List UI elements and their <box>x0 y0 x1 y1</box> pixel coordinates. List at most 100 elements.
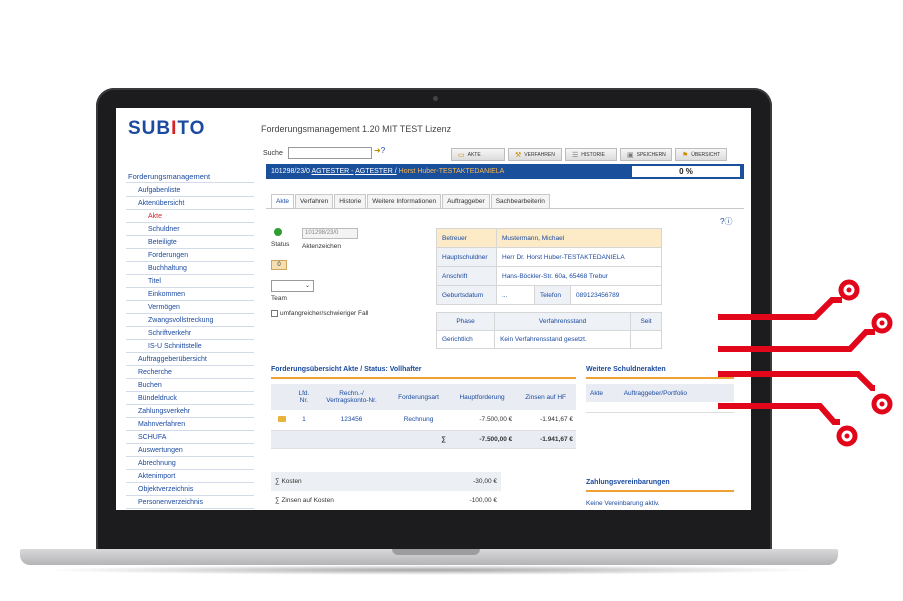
betreuer-label: Betreuer <box>436 228 497 248</box>
col-akte: Akte <box>586 384 620 402</box>
team-label: Team <box>271 295 287 302</box>
tab-3[interactable]: Weitere Informationen <box>367 194 442 208</box>
subito-logo[interactable]: SUBITO <box>128 118 205 140</box>
sidebar-item[interactable]: Aufgabenliste <box>126 184 254 197</box>
count-badge[interactable]: 0 <box>271 260 287 270</box>
sidebar-item[interactable]: Bündeldruck <box>126 392 254 405</box>
zinsen-kosten-label: ∑ Zinsen auf Kosten <box>275 497 334 504</box>
sidebar-item[interactable]: Titel <box>126 275 254 288</box>
akte-button[interactable]: ▭ AKTE <box>451 148 505 161</box>
col-haupt: Hauptforderung <box>448 384 516 410</box>
kosten-label: ∑ Kosten <box>271 472 422 491</box>
difficult-case-checkbox[interactable] <box>271 310 278 317</box>
app-screen: SUBITO Forderungsmanagement 1.20 MIT TES… <box>116 108 751 510</box>
sidebar-item[interactable]: Recherche <box>126 366 254 379</box>
client-link-2[interactable]: AGTESTER / <box>355 168 397 175</box>
claims-table: Lfd. Nr. Rechn.-/Vertragskonto-Nr. Forder… <box>271 384 576 449</box>
sidebar-nav: Forderungsmanagement Aufgabenliste Aktenüb… <box>126 170 254 509</box>
circuit-line-3 <box>718 371 875 391</box>
sidebar-item[interactable]: Objektverzeichnis <box>126 483 254 496</box>
hauptschuldner-value[interactable]: Herr Dr. Horst Huber-TESTAKTEDANIELA <box>496 247 662 267</box>
tab-5[interactable]: Sachbearbeiterin <box>490 194 550 208</box>
aktenzeichen-field[interactable]: 101298/23/0 <box>302 228 358 239</box>
tab-2[interactable]: Historie <box>334 194 367 208</box>
row-art: Rechnung <box>388 410 449 431</box>
debtor-name: Horst Huber-TESTAKTEDANIELA <box>398 168 505 175</box>
sidebar-item[interactable]: Auswertungen <box>126 444 254 457</box>
uebersicht-button[interactable]: ⚑ ÜBERSICHT <box>675 148 727 161</box>
speichern-button[interactable]: ▣ SPEICHERN <box>620 148 672 161</box>
procedure-table: Phase Verfahrensstand Seit Gerichtlich Kein… <box>435 312 662 349</box>
search-label: Suche <box>263 150 283 157</box>
sidebar-item[interactable]: Aktenimport <box>126 470 254 483</box>
save-icon: ▣ <box>627 151 634 159</box>
laptop-shadow <box>40 565 820 575</box>
webcam <box>433 96 438 101</box>
sidebar-item[interactable]: Schuldner <box>126 223 254 236</box>
zinsen-kosten-value: -100,00 € <box>469 497 497 504</box>
overview-icon: ⚑ <box>682 151 689 159</box>
stand-value: Kein Verfahrensstand gesetzt. <box>494 330 632 349</box>
sidebar-item[interactable]: Einkommen <box>126 288 254 301</box>
sidebar-item[interactable]: Buchhaltung <box>126 262 254 275</box>
progress-indicator: 0 % <box>632 166 740 177</box>
circuit-line-4 <box>718 403 840 425</box>
geburtsdatum-value: ... <box>496 285 535 305</box>
status-indicator-icon <box>274 228 282 236</box>
row-zinsen: -1.941,67 € <box>515 410 576 431</box>
sum-haupt: -7.500,00 € <box>448 430 516 449</box>
sidebar-item[interactable]: Buchen <box>126 379 254 392</box>
sidebar-item[interactable]: SCHUFA <box>126 431 254 444</box>
anschrift-label: Anschrift <box>436 266 497 286</box>
sidebar-item[interactable]: Schriftverkehr <box>126 327 254 340</box>
verfahren-button[interactable]: ⚒ VERFAHREN <box>508 148 562 161</box>
sidebar-item[interactable]: Auftraggeberübersicht <box>126 353 254 366</box>
telefon-label: Telefon <box>534 285 571 305</box>
sidebar-item[interactable]: Beteiligte <box>126 236 254 249</box>
sidebar-item[interactable]: Aktenübersicht <box>126 197 254 210</box>
search-go-icon[interactable]: ➜? <box>374 146 385 155</box>
sidebar-item[interactable]: IS-U Schnittstelle <box>126 340 254 353</box>
sidebar-item[interactable]: Akte <box>126 210 254 223</box>
hauptschuldner-label: Hauptschuldner <box>436 247 497 267</box>
sidebar-item[interactable]: Zwangsvollstreckung <box>126 314 254 327</box>
folder-icon[interactable] <box>271 410 293 431</box>
search-input[interactable] <box>288 147 372 159</box>
col-icon <box>271 384 293 410</box>
sidebar-item[interactable]: Forderungen <box>126 249 254 262</box>
sum-zinsen: -1.941,67 € <box>515 430 576 449</box>
sidebar-item[interactable]: Forderungsmanagement <box>126 170 254 183</box>
sidebar-item[interactable]: Zahlungsverkehr <box>126 405 254 418</box>
sidebar-item[interactable]: Vermögen <box>126 301 254 314</box>
help-icon[interactable]: ? <box>381 146 385 155</box>
table-row[interactable]: 1 123456 Rechnung -7.500,00 € -1.941,67 … <box>271 410 576 431</box>
col-zinsen: Zinsen auf HF <box>515 384 576 410</box>
sidebar-item[interactable]: Personenverzeichnis <box>126 496 254 509</box>
list-icon: ☰ <box>572 151 579 159</box>
folder-icon: ▭ <box>458 151 465 159</box>
status-label: Status <box>271 241 290 248</box>
client-link-1[interactable]: AGTESTER - <box>312 168 354 175</box>
row-haupt: -7.500,00 € <box>448 410 516 431</box>
claims-title: Forderungsübersicht Akte / Status: Vollh… <box>271 366 576 379</box>
sidebar-item[interactable]: Abrechnung <box>126 457 254 470</box>
help-info-icon[interactable]: ?ⓘ <box>720 216 732 227</box>
case-number: 101298/23/0 <box>271 168 310 175</box>
team-select[interactable]: ⌄ <box>271 280 314 292</box>
toolbar: ▭ AKTE ⚒ VERFAHREN ☰ HISTORIE ▣ SPEICHERN ⚑ Ü… <box>451 148 727 161</box>
historie-button[interactable]: ☰ HISTORIE <box>565 148 617 161</box>
col-art: Forderungsart <box>388 384 449 410</box>
gavel-icon: ⚒ <box>515 151 522 159</box>
circuit-line-1 <box>718 297 842 320</box>
sidebar-item[interactable]: Mahnverfahren <box>126 418 254 431</box>
col-lfd: Lfd. Nr. <box>293 384 315 410</box>
sum-symbol: ∑ <box>388 430 449 449</box>
debtor-info-table: Betreuer Mustermann, Michael Hauptschuldn… <box>436 228 662 305</box>
tab-0[interactable]: Akte <box>271 194 295 208</box>
tab-1[interactable]: Verfahren <box>295 194 334 208</box>
aktenzeichen-label: Aktenzeichen <box>302 243 342 250</box>
col-rechn: Rechn.-/Vertragskonto-Nr. <box>314 384 389 410</box>
phase-header: Phase <box>435 312 496 331</box>
tab-4[interactable]: Auftraggeber <box>442 194 490 208</box>
row-konto[interactable]: 123456 <box>314 410 389 431</box>
